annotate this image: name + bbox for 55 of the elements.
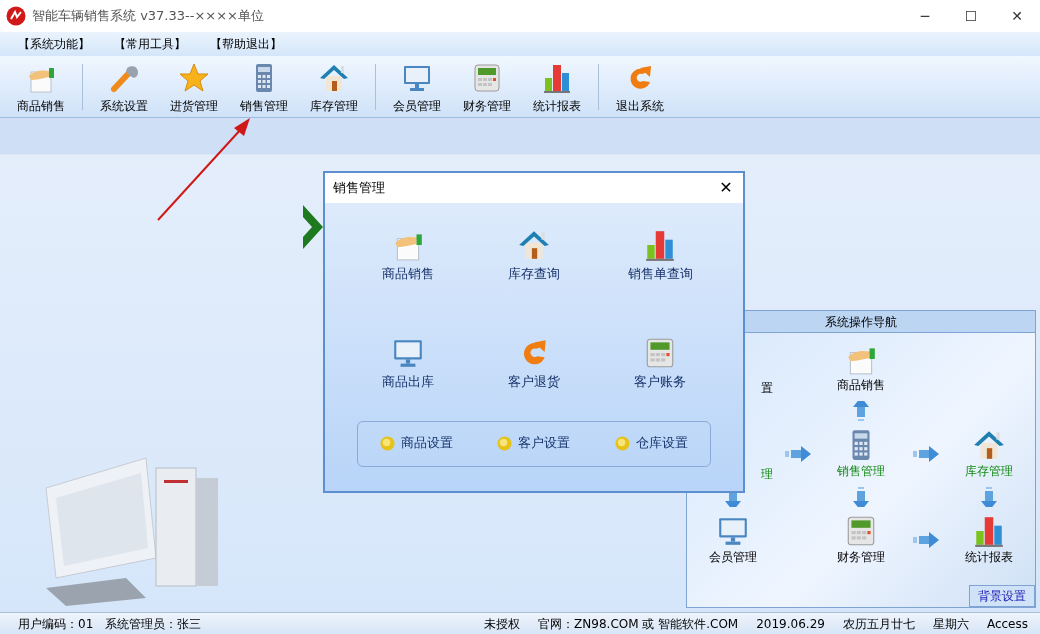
- background-settings-button[interactable]: 背景设置: [969, 585, 1035, 607]
- close-button[interactable]: ✕: [709, 174, 743, 202]
- maximize-button[interactable]: ☐: [948, 0, 994, 32]
- status-text: 未授权: [484, 615, 521, 633]
- status-text: 系统管理员：张三: [105, 615, 202, 633]
- window-title: 智能车辆销售系统 v37.33--××××单位: [32, 7, 264, 26]
- toolbar-button[interactable]: 库存管理: [299, 58, 369, 115]
- nav-node[interactable]: 财务管理: [837, 514, 885, 566]
- app-logo-icon: [6, 6, 26, 26]
- star-icon: [178, 62, 210, 94]
- dialog-item[interactable]: 商品销售: [345, 227, 471, 285]
- toolbar-button[interactable]: 财务管理: [452, 58, 522, 115]
- nav-node[interactable]: 商品销售: [837, 342, 885, 394]
- toolbar-button[interactable]: 系统设置: [89, 58, 159, 115]
- nav-label: 理: [761, 466, 773, 483]
- close-button[interactable]: ✕: [994, 0, 1040, 32]
- nav-node[interactable]: 库存管理: [965, 428, 1013, 480]
- settings-link[interactable]: 商品设置: [374, 433, 460, 454]
- status-text: 2019.06.29: [756, 615, 825, 633]
- toolbar-button[interactable]: 进货管理: [159, 58, 229, 115]
- dialog-title: 销售管理: [333, 179, 385, 198]
- minimize-button[interactable]: ─: [902, 0, 948, 32]
- coin-icon: [380, 436, 396, 451]
- menu-item[interactable]: 【常用工具】: [102, 35, 198, 53]
- bar-chart-icon: [643, 228, 677, 262]
- nav-node[interactable]: 销售管理: [837, 428, 885, 480]
- nav-node[interactable]: 统计报表: [965, 514, 1013, 566]
- menu-item[interactable]: 【系统功能】: [6, 35, 102, 53]
- toolbar-button[interactable]: 销售管理: [229, 58, 299, 115]
- dialog-item[interactable]: 销售单查询: [597, 227, 723, 285]
- settings-link[interactable]: 仓库设置: [608, 433, 694, 454]
- status-text: 星期六: [932, 615, 969, 633]
- coin-icon: [497, 436, 513, 451]
- nav-node[interactable]: 会员管理: [709, 514, 757, 566]
- status-text: 农历五月廿七: [842, 615, 915, 633]
- toolbar-button[interactable]: 统计报表: [522, 58, 592, 115]
- toolbar-button[interactable]: 商品销售: [6, 58, 76, 115]
- bar-chart-icon: [541, 62, 573, 94]
- dialog-item[interactable]: 库存查询: [471, 227, 597, 285]
- dialog-item[interactable]: 客户账务: [597, 334, 723, 393]
- menu-item[interactable]: 【帮助退出】: [198, 35, 294, 53]
- dialog-item[interactable]: 商品出库: [345, 334, 471, 393]
- status-text: Access: [986, 615, 1028, 633]
- dialog-item[interactable]: 客户退货: [471, 334, 597, 393]
- house-icon: [318, 62, 350, 94]
- bar-chart-icon: [972, 514, 1006, 548]
- settings-link[interactable]: 客户设置: [491, 433, 577, 454]
- coin-icon: [614, 436, 630, 451]
- chevron-icon: [303, 205, 323, 249]
- toolbar-button[interactable]: 退出系统: [605, 58, 675, 115]
- nav-label: 置: [761, 380, 773, 397]
- status-text: 用户编码：01: [18, 615, 94, 633]
- calculator-icon: [471, 62, 503, 94]
- toolbar-button[interactable]: 会员管理: [382, 58, 452, 115]
- status-text: 官网：ZN98.COM 或 智能软件.COM: [538, 615, 739, 633]
